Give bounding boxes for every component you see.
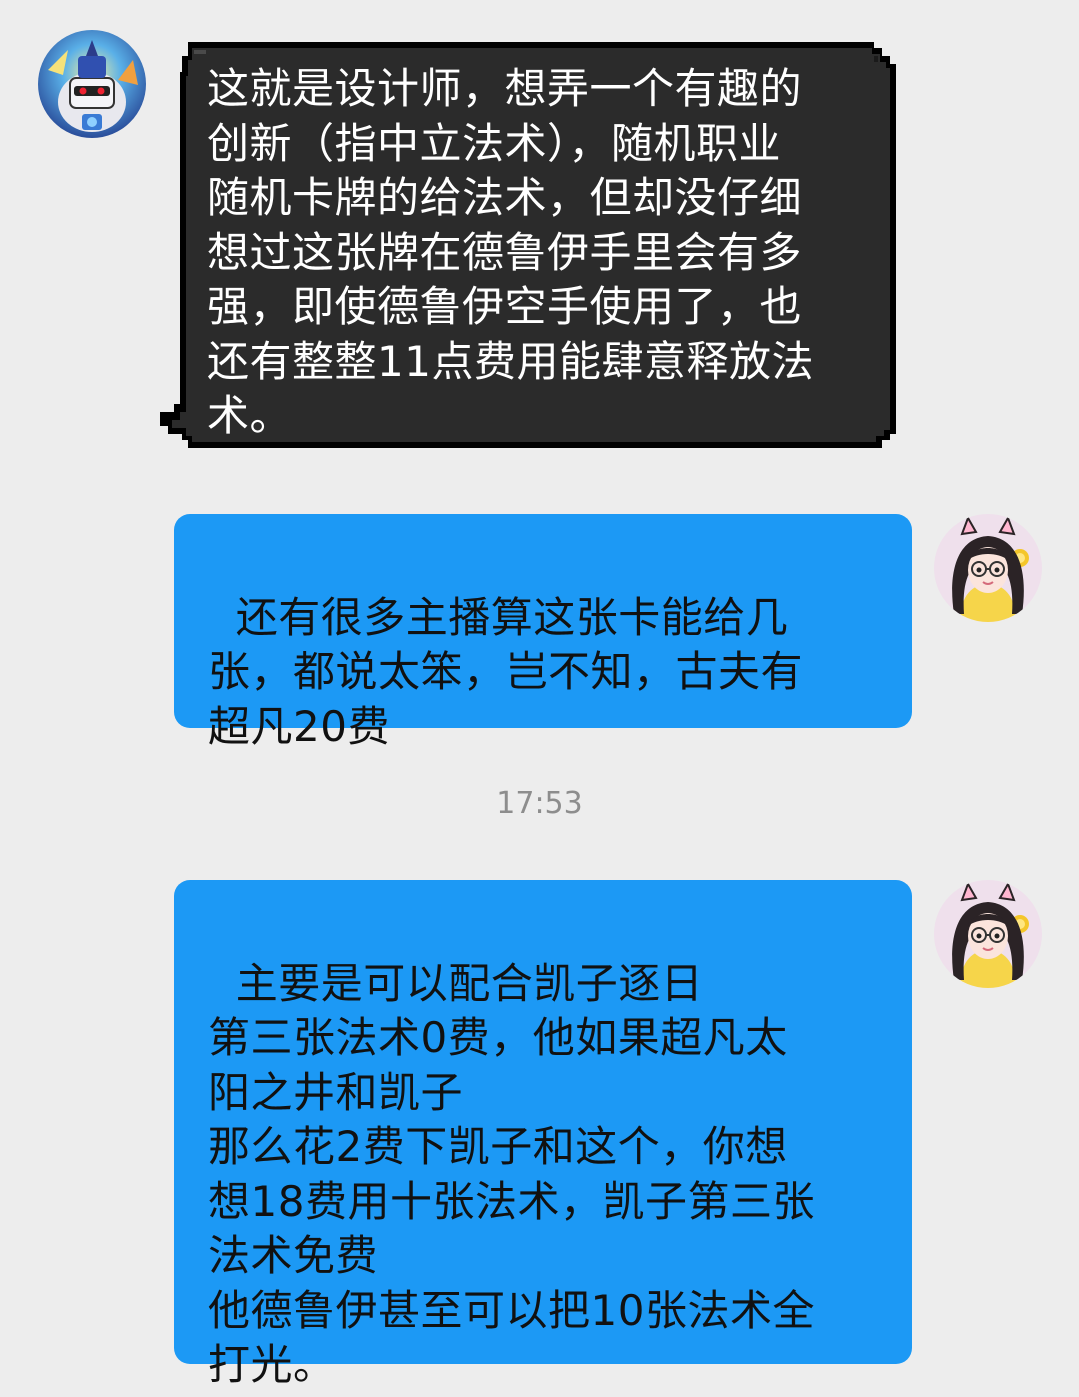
outgoing-message-bubble[interactable]: 主要是可以配合凯子逐日 第三张法术0费，他如果超凡太 阳之井和凯子 那么花2费下…	[174, 880, 912, 1389]
outgoing-message-bubble[interactable]: 还有很多主播算这张卡能给几 张，都说太笨，岂不知，古夫有 超凡20费	[174, 514, 912, 751]
robot-mummy-avatar-icon	[38, 30, 146, 138]
message-timestamp: 17:53	[496, 786, 583, 821]
outgoing-message-text: 主要是可以配合凯子逐日 第三张法术0费，他如果超凡太 阳之井和凯子 那么花2费下…	[208, 958, 815, 1390]
outgoing-message-text: 还有很多主播算这张卡能给几 张，都说太笨，岂不知，古夫有 超凡20费	[208, 592, 804, 751]
self-user-avatar[interactable]	[934, 514, 1042, 622]
girl-cat-ears-avatar-icon	[934, 514, 1042, 622]
other-user-avatar[interactable]	[38, 30, 146, 138]
self-user-avatar[interactable]	[934, 880, 1042, 988]
girl-cat-ears-avatar-icon	[934, 880, 1042, 988]
incoming-message-text: 这就是设计师，想弄一个有趣的 创新（指中立法术），随机职业 随机卡牌的给法术，但…	[207, 64, 814, 440]
incoming-message-bubble[interactable]: 这就是设计师，想弄一个有趣的 创新（指中立法术），随机职业 随机卡牌的给法术，但…	[160, 42, 902, 448]
